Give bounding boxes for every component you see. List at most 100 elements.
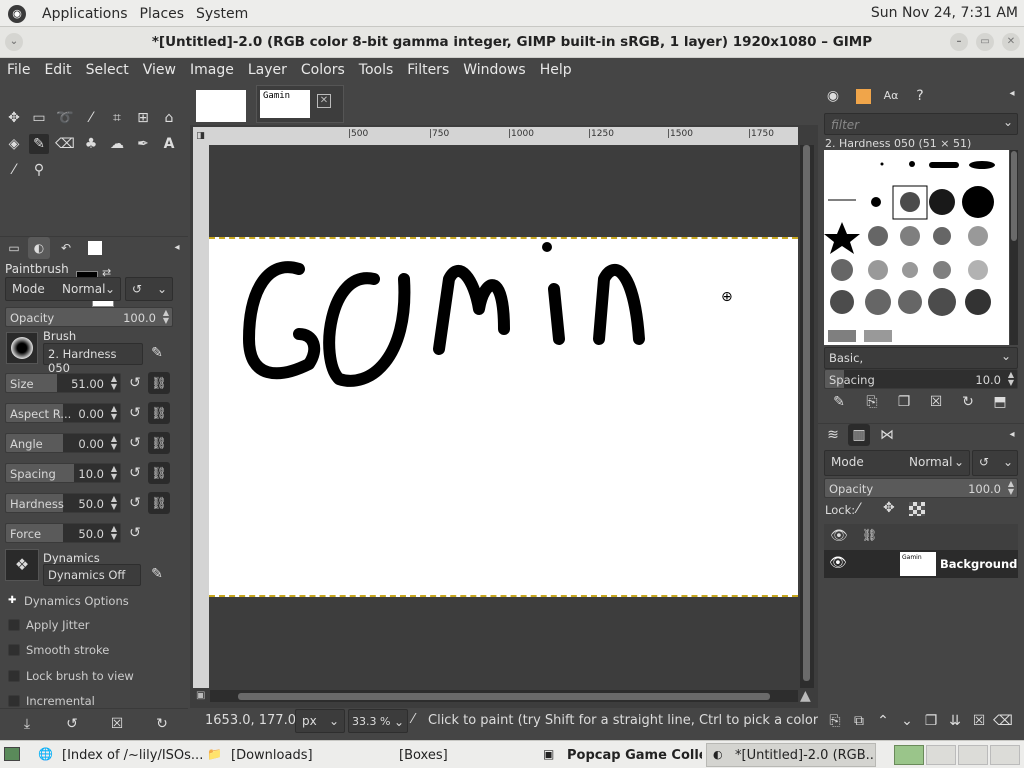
vertical-scroll-thumb[interactable] [803,145,810,681]
move-tool-icon[interactable]: ✥ [4,108,24,128]
image-canvas[interactable]: ⊕ [209,237,798,597]
spin-icon[interactable]: ▲ ▼ [1008,371,1014,387]
clock[interactable]: Sun Nov 24, 7:31 AM [871,5,1018,21]
slider-hardness[interactable]: Hardness 50.0 ▲ ▼ [5,493,121,513]
device-status-tab-icon[interactable]: ◐ [28,237,50,259]
paths-tab-icon[interactable]: ⋈ [876,424,898,446]
apply-jitter-checkbox[interactable] [8,619,20,631]
lock-pixels-icon[interactable]: ⁄ [857,501,859,517]
mask-layer-icon[interactable]: ☒ [968,710,990,732]
zoom-select[interactable]: 33.3 % ⌄ [348,709,408,733]
menu-edit[interactable]: Edit [37,58,78,83]
layer-name[interactable]: Background [940,557,1017,571]
link-device-3-icon[interactable]: ⛓ [148,462,170,484]
dynamics-options-expander[interactable]: Dynamics Options [24,594,129,608]
open-brush-as-image-icon[interactable]: ⬒ [989,391,1011,413]
zoom-icon[interactable]: ⚲ [29,160,49,180]
tool-options-tab-icon[interactable]: ▭ [3,237,25,259]
brush-grid-scrollbar[interactable] [1010,150,1018,345]
window-title-bar[interactable]: ⌄ *[Untitled]-2.0 (RGB color 8-bit gamma… [0,27,1024,58]
image-tab-active[interactable]: Gamin ✕ [256,85,344,123]
fonts-tab-icon[interactable]: Aα [880,85,902,107]
layer-mode-reset[interactable]: ↺ ⌄ [972,450,1018,476]
minimize-icon[interactable]: – [950,33,968,51]
spin-icon[interactable]: ▲ ▼ [111,465,117,481]
brush-grid[interactable] [824,150,1009,345]
nav-mask-icon[interactable]: ▣ [196,690,205,701]
brush-name-field[interactable]: 2. Hardness 050 [43,343,143,375]
horizontal-ruler[interactable]: |500 |750 |1000 |1250 |1500 |1750 [208,127,798,145]
workspace-1[interactable] [894,745,924,765]
smudge-icon[interactable]: ☁ [107,134,127,154]
places-menu[interactable]: Places [140,6,185,22]
horizontal-scrollbar[interactable] [210,690,798,702]
save-options-icon[interactable]: ⤓ [16,713,38,735]
duplicate-layer-icon[interactable]: ❐ [920,710,942,732]
spin-icon[interactable]: ▲ ▼ [111,405,117,421]
color-picker-icon[interactable]: ⁄ [4,160,24,180]
vertical-ruler[interactable] [193,145,209,688]
mode-reset-combo[interactable]: ↺ ⌄ [125,277,173,301]
spin-icon[interactable]: ▲ ▼ [111,375,117,391]
navigate-icon[interactable]: ▲ [800,688,811,704]
crop-icon[interactable]: ⌗ [107,108,127,128]
reset-3-icon[interactable]: ↺ [124,462,146,484]
reset-options-icon[interactable]: ↻ [151,713,173,735]
images-tab-icon[interactable] [84,237,106,259]
spin-icon[interactable]: ▲ ▼ [111,495,117,511]
reset-2-icon[interactable]: ↺ [124,432,146,454]
brush-filter-input[interactable]: filter [824,113,1018,135]
spin-icon[interactable]: ▲ ▼ [1008,480,1014,496]
unit-select[interactable]: px ⌄ [295,709,345,733]
slider-aspect-r[interactable]: Aspect R... 0.00 ▲ ▼ [5,403,121,423]
spin-icon[interactable]: ▲ ▼ [111,435,117,451]
close-tab-icon[interactable]: ✕ [317,94,331,108]
help-tab-icon[interactable]: ? [909,85,931,107]
bucket-fill-icon[interactable]: ◈ [4,134,24,154]
menu-windows[interactable]: Windows [456,58,533,83]
new-layer-icon[interactable]: ⎘ [824,710,846,732]
edit-brush-action-icon[interactable]: ✎ [828,391,850,413]
task-downloads[interactable]: [Downloads] [231,745,341,767]
menu-file[interactable]: File [0,58,37,83]
vertical-scrollbar[interactable] [800,145,814,688]
link-device-4-icon[interactable]: ⛓ [148,492,170,514]
delete-brush-icon[interactable]: ☒ [925,391,947,413]
clone-icon[interactable]: ♣ [81,134,101,154]
lower-layer-icon[interactable]: ⌄ [896,710,918,732]
edit-dynamics-icon[interactable]: ✎ [146,563,168,585]
quickmask-corner-icon[interactable]: ◨ [193,127,208,145]
text-tool-icon[interactable]: A [159,134,179,154]
delete-layer-icon[interactable]: ⌫ [992,710,1014,732]
show-desktop-icon[interactable] [4,747,20,761]
raise-layer-icon[interactable]: ⌃ [872,710,894,732]
slider-force[interactable]: Force 50.0 ▲ ▼ [5,523,121,543]
workspace-4[interactable] [990,745,1020,765]
restore-options-icon[interactable]: ↺ [61,713,83,735]
layer-row-background[interactable]: 👁 Gamin Background [824,550,1018,578]
task-gimp-active[interactable]: ◐ *[Untitled]-2.0 (RGB... [706,743,876,767]
link-device-2-icon[interactable]: ⛓ [148,432,170,454]
lasso-icon[interactable]: ➰ [55,108,75,128]
paths-icon[interactable]: ✒ [133,134,153,154]
menu-tools[interactable]: Tools [352,58,401,83]
system-menu[interactable]: System [196,6,248,22]
lock-brush-checkbox[interactable] [8,670,20,682]
reset-5-icon[interactable]: ↺ [124,522,146,544]
dock-menu-icon[interactable]: ◂ [166,237,188,259]
layers-tab-icon[interactable]: ≋ [822,424,844,446]
slider-angle[interactable]: Angle 0.00 ▲ ▼ [5,433,121,453]
reset-1-icon[interactable]: ↺ [124,402,146,424]
unified-transform-icon[interactable]: ⊞ [133,108,153,128]
workspace-3[interactable] [958,745,988,765]
channels-tab-icon[interactable]: ▥ [848,424,870,446]
layer-mode-combo[interactable]: Mode Normal ⌄ [824,450,970,476]
task-boxes[interactable]: [Boxes] [399,745,479,767]
dock-menu-icon[interactable]: ◂ [1001,83,1023,105]
lock-position-icon[interactable]: ✥ [883,500,895,516]
image-thumb-1[interactable] [196,90,246,122]
refresh-brushes-icon[interactable]: ↻ [957,391,979,413]
brush-spacing-slider[interactable]: Spacing 10.0 ▲ ▼ [824,369,1018,389]
menu-view[interactable]: View [136,58,183,83]
eraser-icon[interactable]: ⌫ [55,134,75,154]
